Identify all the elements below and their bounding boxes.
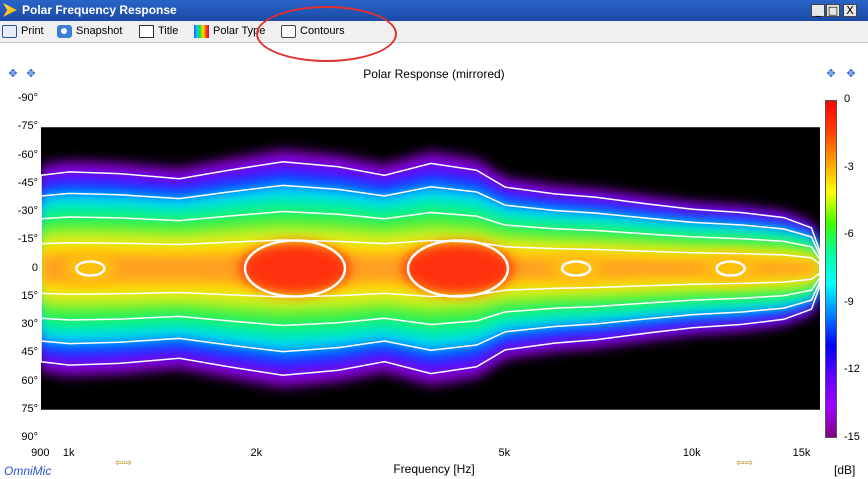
y-tick-label: 15° bbox=[21, 289, 38, 302]
colorbar-tick-label: -6 bbox=[844, 228, 854, 241]
color-scale-bar bbox=[825, 100, 837, 438]
title-label: Title bbox=[158, 25, 179, 37]
y-tick-label: -90° bbox=[17, 92, 38, 104]
window-title: Polar Frequency Response bbox=[22, 3, 177, 17]
heatmap-hot-spot bbox=[64, 252, 117, 285]
snapshot-label: Snapshot bbox=[76, 25, 123, 37]
y-tick-label: 75° bbox=[21, 402, 38, 415]
toolbar: Print Snapshot Title Polar Type Contours bbox=[0, 21, 868, 43]
brand-label: OmniMic bbox=[4, 464, 52, 478]
y-tick-label: -60° bbox=[17, 148, 38, 161]
polar-type-icon bbox=[194, 24, 209, 38]
x-tick-label: 5k bbox=[498, 447, 511, 459]
heatmap-hot-spot bbox=[550, 252, 603, 285]
contours-label: Contours bbox=[300, 25, 345, 37]
x-tick-label: 10k bbox=[682, 447, 701, 459]
print-label: Print bbox=[21, 25, 44, 37]
contours-icon bbox=[281, 24, 296, 38]
heatmap-hot-spot bbox=[704, 252, 757, 285]
x-zoom-right-icon[interactable]: ⇦⇨ bbox=[736, 458, 753, 469]
title-icon bbox=[139, 24, 154, 38]
colorbar-tick-label: 0 bbox=[844, 93, 851, 105]
close-button[interactable]: X bbox=[843, 4, 857, 17]
minimize-button[interactable]: _ bbox=[811, 4, 825, 17]
y-tick-label: -30° bbox=[17, 205, 38, 217]
app-logo-icon bbox=[3, 3, 17, 17]
camera-icon bbox=[57, 24, 72, 38]
x-tick-label: 1k bbox=[62, 447, 75, 459]
plot-area[interactable] bbox=[41, 99, 820, 438]
polar-type-label: Polar Type bbox=[213, 25, 266, 37]
colorbar-unit-label: [dB] bbox=[834, 463, 856, 477]
y-tick-label: 0 bbox=[31, 261, 38, 274]
window-titlebar: Polar Frequency Response _ □ X bbox=[0, 0, 868, 21]
printer-icon bbox=[2, 24, 17, 38]
y-tick-label: -45° bbox=[17, 176, 38, 189]
y-tick-label: -15° bbox=[17, 233, 38, 246]
title-button[interactable]: Title bbox=[139, 23, 178, 39]
y-tick-label: 45° bbox=[21, 346, 38, 359]
chart-title: Polar Response (mirrored) bbox=[363, 67, 505, 81]
x-tick-label: 900 bbox=[31, 447, 50, 459]
contours-button[interactable]: Contours bbox=[281, 23, 345, 39]
heatmap-svg bbox=[41, 99, 820, 438]
maximize-button[interactable]: □ bbox=[826, 4, 840, 17]
x-zoom-left-icon[interactable]: ⇦⇨ bbox=[115, 458, 132, 469]
x-tick-label: 15k bbox=[792, 447, 811, 459]
polar-type-button[interactable]: Polar Type bbox=[194, 23, 265, 39]
y-tick-label: -75° bbox=[17, 120, 38, 133]
colorbar-tick-label: -9 bbox=[844, 295, 854, 308]
y-tick-label: 60° bbox=[21, 374, 38, 387]
colorbar-tick-label: -3 bbox=[844, 160, 854, 173]
snapshot-button[interactable]: Snapshot bbox=[57, 23, 122, 39]
colorbar-tick-label: -12 bbox=[844, 363, 860, 376]
y-tick-label: 90° bbox=[21, 431, 38, 443]
print-button[interactable]: Print bbox=[2, 23, 44, 39]
colorbar-tick-label: -15 bbox=[844, 431, 860, 443]
y-tick-label: 30° bbox=[21, 318, 38, 330]
x-tick-label: 2k bbox=[250, 447, 263, 459]
